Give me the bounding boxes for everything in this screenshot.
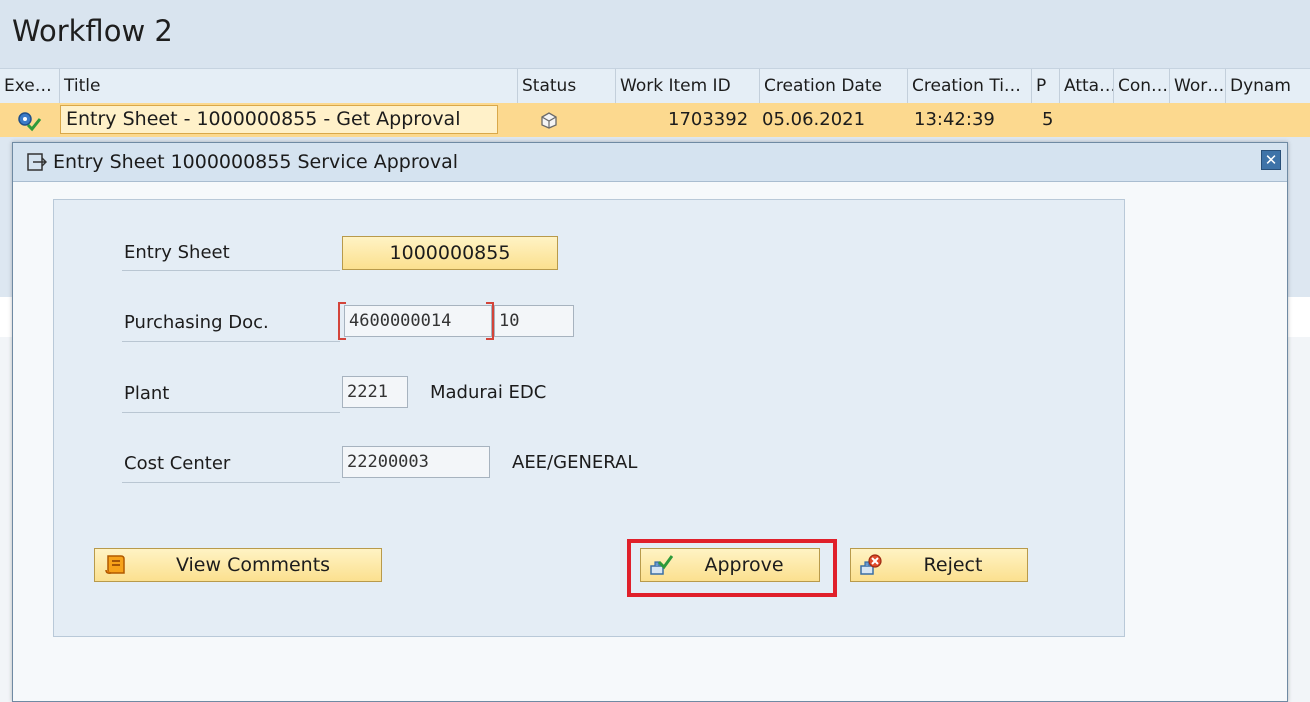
cost-center-underline [122,482,340,483]
dialog-title: Entry Sheet 1000000855 Service Approval [53,151,459,173]
workflow-header: Workflow 2 [0,0,1310,68]
priority: 5 [1042,109,1054,130]
scroll-icon [105,555,125,574]
column-header-status[interactable]: Status [518,69,616,103]
dialog-window-icon [27,153,47,171]
entry-sheet-link[interactable]: 1000000855 [342,236,558,270]
approve-highlight-box [627,539,837,597]
plant-description: Madurai EDC [430,382,547,403]
column-header-priority[interactable]: P [1032,69,1060,103]
plant-underline [122,412,340,413]
focus-bracket-right [486,302,494,340]
work-item-title[interactable]: Entry Sheet - 1000000855 - Get Approval [60,105,498,134]
approval-dialog: Entry Sheet 1000000855 Service Approval … [12,142,1288,702]
column-header-row: Exe… Title Status Work Item ID Creation … [0,68,1310,104]
cost-center-label: Cost Center [124,453,231,474]
creation-time: 13:42:39 [914,109,995,130]
purchasing-doc-underline [122,341,340,342]
work-item-id: 1703392 [668,109,749,130]
reject-button[interactable]: Reject [850,548,1028,582]
status-envelope-icon [541,112,557,129]
column-header-wor[interactable]: Wor… [1170,69,1226,103]
entry-sheet-label: Entry Sheet [124,242,230,263]
page-title: Workflow 2 [12,14,173,48]
plant-label: Plant [124,383,170,404]
view-comments-label: View Comments [175,554,331,576]
entry-sheet-underline [122,270,340,271]
cost-center-description: AEE/GENERAL [512,452,638,473]
column-header-exe[interactable]: Exe… [0,69,60,103]
column-header-con[interactable]: Con… [1114,69,1170,103]
view-comments-button[interactable]: View Comments [94,548,382,582]
reject-icon [860,554,882,575]
close-icon[interactable]: ✕ [1261,150,1281,170]
column-header-creation-date[interactable]: Creation Date [760,69,908,103]
execute-gear-icon[interactable] [16,110,42,132]
purchasing-doc-field[interactable]: 4600000014 [344,305,492,337]
purchasing-doc-item-field[interactable]: 10 [494,305,574,337]
purchasing-doc-label: Purchasing Doc. [124,312,269,333]
dialog-titlebar: Entry Sheet 1000000855 Service Approval … [13,143,1287,182]
column-header-attachments[interactable]: Atta… [1060,69,1114,103]
column-header-work-item-id[interactable]: Work Item ID [616,69,760,103]
column-header-dynam[interactable]: Dynam [1226,69,1310,103]
cost-center-field[interactable]: 22200003 [342,446,490,478]
creation-date: 05.06.2021 [762,109,866,130]
table-row[interactable]: Entry Sheet - 1000000855 - Get Approval … [0,103,1310,137]
form-panel: Entry Sheet 1000000855 Purchasing Doc. 4… [53,199,1125,637]
column-header-creation-time[interactable]: Creation Ti… [908,69,1032,103]
reject-label: Reject [923,554,983,576]
column-header-title[interactable]: Title [60,69,518,103]
plant-field[interactable]: 2221 [342,376,408,408]
